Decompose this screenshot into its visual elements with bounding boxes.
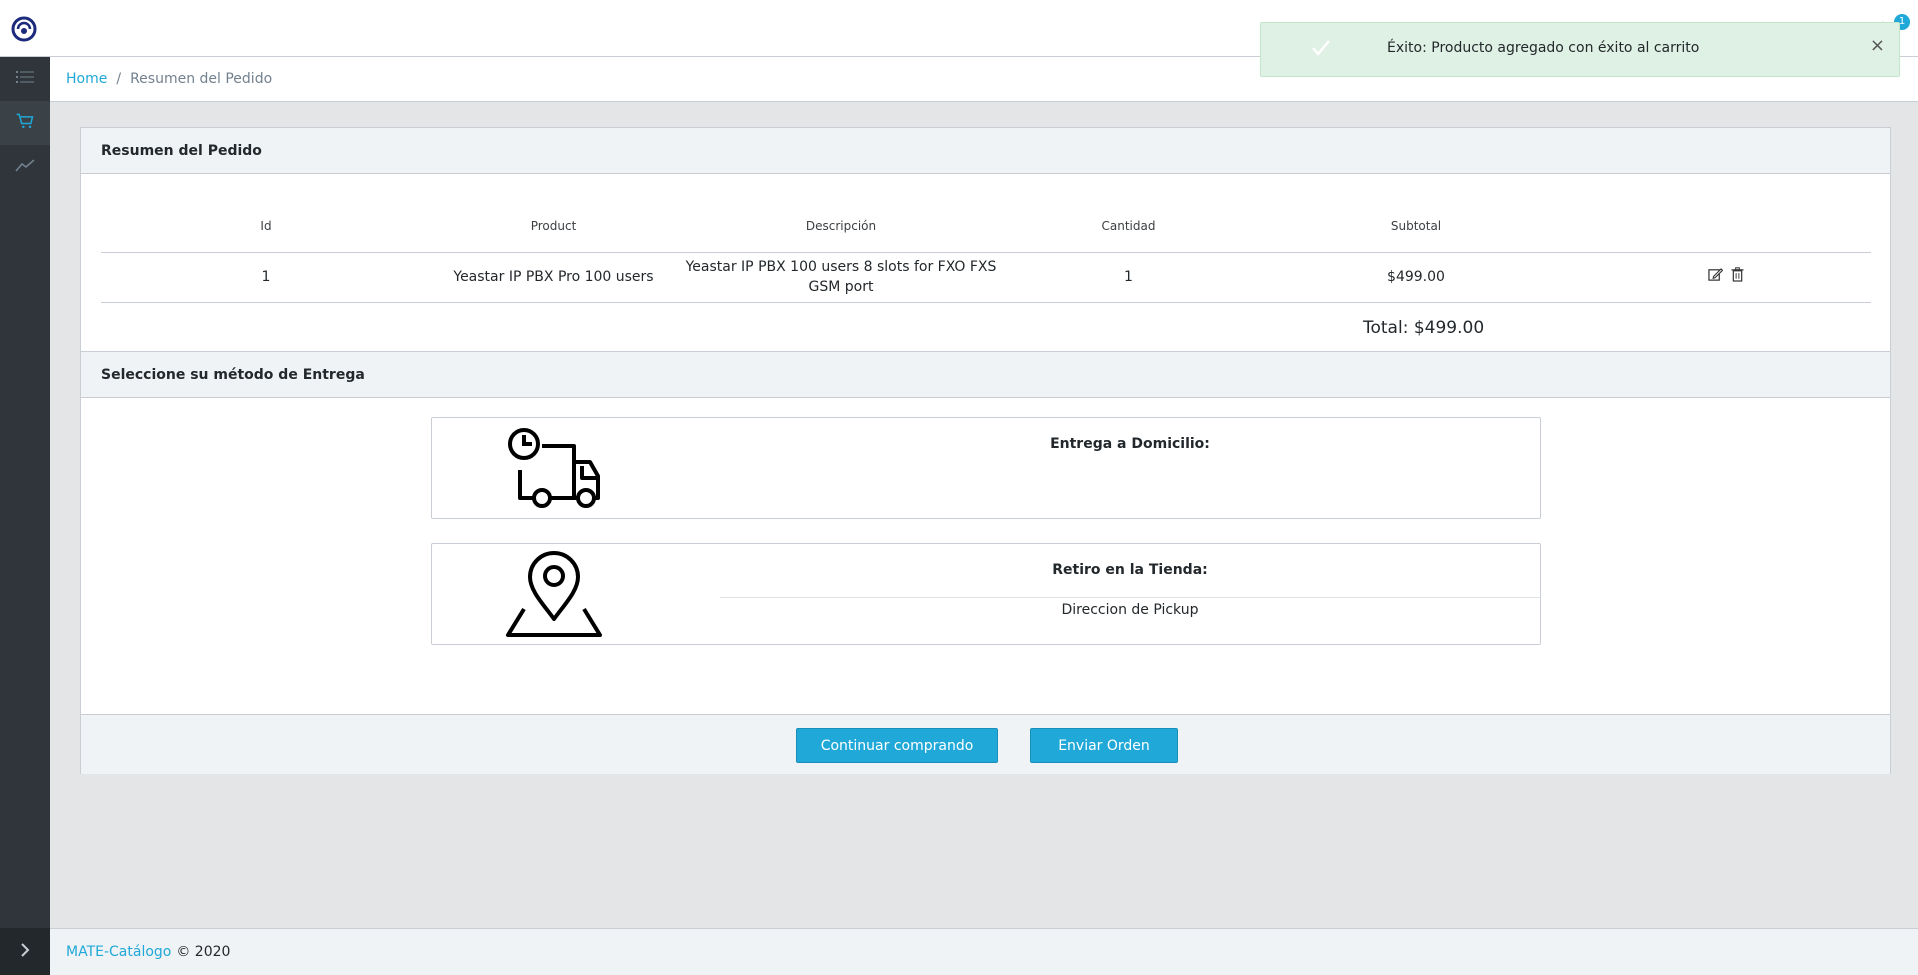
- order-table: Id Product Descripción Cantidad Subtotal…: [101, 200, 1871, 303]
- breadcrumb-home-link[interactable]: Home: [66, 71, 107, 87]
- cell-product: Yeastar IP PBX Pro 100 users: [431, 252, 676, 303]
- cell-id: 1: [101, 252, 431, 303]
- chevron-right-icon: [20, 942, 30, 961]
- breadcrumb-separator: /: [116, 71, 122, 87]
- app-footer: MATE-Catálogo © 2020: [50, 928, 1918, 975]
- table-header-row: Id Product Descripción Cantidad Subtotal: [101, 200, 1871, 253]
- cell-quantity: 1: [1006, 252, 1251, 303]
- delivery-option-pickup[interactable]: Retiro en la Tienda: Direccion de Pickup: [431, 543, 1541, 645]
- map-pin-icon: [504, 548, 604, 640]
- order-summary-title: Resumen del Pedido: [81, 128, 1890, 174]
- success-toast: Éxito: Producto agregado con éxito al ca…: [1260, 22, 1900, 77]
- column-header-quantity: Cantidad: [1006, 200, 1251, 253]
- column-header-product: Product: [431, 200, 676, 253]
- delivery-option-pickup-title: Retiro en la Tienda:: [1052, 562, 1208, 578]
- toast-message: Éxito: Producto agregado con éxito al ca…: [1387, 40, 1700, 56]
- column-header-id: Id: [101, 200, 431, 253]
- sidebar-item-cart[interactable]: [0, 101, 50, 145]
- continue-shopping-button[interactable]: Continuar comprando: [796, 728, 998, 763]
- cell-subtotal: $499.00: [1251, 252, 1581, 303]
- cell-description: Yeastar IP PBX 100 users 8 slots for FXO…: [676, 252, 1006, 303]
- send-order-button[interactable]: Enviar Orden: [1030, 728, 1178, 763]
- column-header-subtotal: Subtotal: [1251, 200, 1581, 253]
- edit-icon[interactable]: [1708, 267, 1724, 288]
- column-header-actions: [1581, 200, 1871, 253]
- delivery-truck-icon: [504, 422, 604, 514]
- sidebar-item-stats[interactable]: [0, 145, 50, 189]
- cell-actions: [1581, 252, 1871, 303]
- trend-chart-icon: [15, 158, 35, 176]
- table-row: 1 Yeastar IP PBX Pro 100 users Yeastar I…: [101, 252, 1871, 303]
- footer-brand-link[interactable]: MATE-Catálogo: [66, 944, 171, 960]
- pickup-address: Direccion de Pickup: [1061, 602, 1199, 618]
- order-summary-card: Resumen del Pedido Id Product Descripció…: [80, 127, 1891, 774]
- breadcrumb-current: Resumen del Pedido: [130, 71, 273, 87]
- order-total: Total: $499.00: [1363, 318, 1485, 338]
- card-footer: Continuar comprando Enviar Orden: [81, 714, 1890, 774]
- sidebar-toggle-button[interactable]: [0, 928, 50, 975]
- close-icon[interactable]: ×: [1870, 35, 1885, 56]
- delivery-option-home-title: Entrega a Domicilio:: [1050, 436, 1210, 452]
- trash-icon[interactable]: [1731, 266, 1744, 288]
- sidebar-item-list[interactable]: [0, 57, 50, 101]
- brand-logo-icon[interactable]: [10, 15, 38, 43]
- column-header-description: Descripción: [676, 200, 1006, 253]
- cart-icon: [15, 111, 35, 135]
- sidebar: [0, 57, 50, 975]
- checkmark-icon: [1311, 39, 1331, 61]
- delivery-option-home[interactable]: Entrega a Domicilio:: [431, 417, 1541, 519]
- option-divider: [720, 597, 1540, 598]
- delivery-method-title: Seleccione su método de Entrega: [81, 351, 1890, 398]
- footer-copyright: © 2020: [176, 944, 231, 960]
- list-icon: [16, 70, 34, 88]
